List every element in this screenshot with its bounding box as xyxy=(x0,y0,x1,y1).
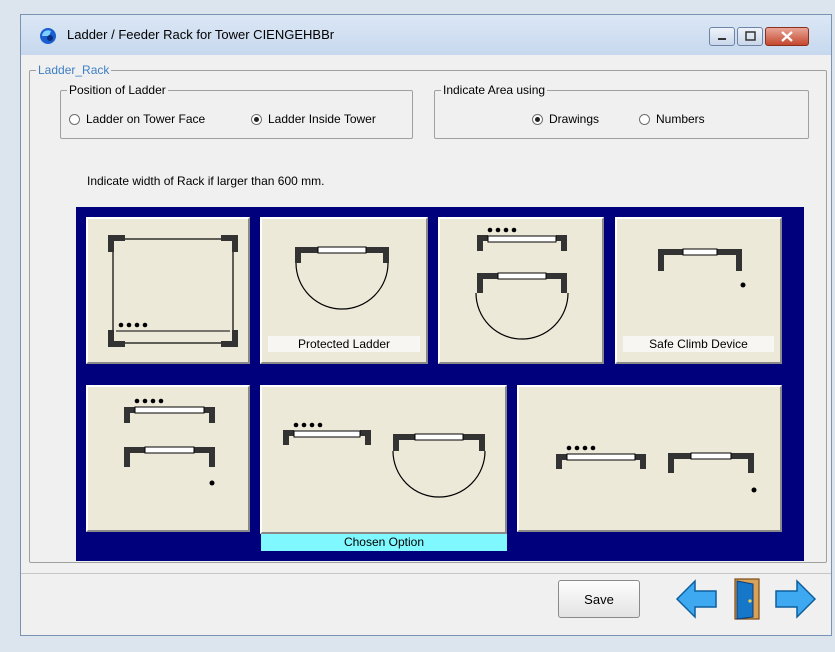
radio-label: Numbers xyxy=(656,112,705,126)
app-icon xyxy=(40,28,56,44)
back-arrow-button[interactable] xyxy=(673,575,721,623)
option-label-protected-ladder: Protected Ladder xyxy=(268,336,420,352)
indicate-area-group: Indicate Area using xyxy=(434,83,809,139)
radio-label: Ladder on Tower Face xyxy=(86,112,206,126)
ladder-with-protected-rack-icon xyxy=(475,227,569,340)
radio-button[interactable] xyxy=(69,113,80,125)
maximize-button[interactable] xyxy=(737,27,763,46)
save-button[interactable]: Save xyxy=(558,580,640,618)
option-tile-1[interactable] xyxy=(86,217,250,364)
exit-door-button[interactable] xyxy=(727,575,765,623)
option-tile-7[interactable] xyxy=(517,385,782,532)
option-tile-3[interactable] xyxy=(438,217,604,364)
position-of-ladder-group: Position of Ladder xyxy=(60,83,413,139)
option-tile-5[interactable] xyxy=(86,385,250,532)
ladder-inside-square-rack-icon xyxy=(108,235,238,347)
ladder-and-safe-climb-icon xyxy=(556,445,757,493)
minimize-icon xyxy=(718,38,726,40)
rack-width-hint: Indicate width of Rack if larger than 60… xyxy=(87,174,325,188)
next-arrow-button[interactable] xyxy=(771,575,819,623)
radio-button-selected[interactable] xyxy=(251,113,262,125)
maximize-icon xyxy=(745,31,756,41)
position-of-ladder-legend: Position of Ladder xyxy=(69,83,166,97)
option-panel: Protected Ladder Safe Climb Device xyxy=(76,207,804,561)
option-tile-4[interactable]: Safe Climb Device xyxy=(615,217,782,364)
option-tile-2[interactable]: Protected Ladder xyxy=(260,217,428,364)
radio-drawings[interactable]: Drawings xyxy=(532,112,599,126)
chosen-option-indicator: Chosen Option xyxy=(261,534,507,551)
minimize-button[interactable] xyxy=(709,27,735,46)
option-label-safe-climb-device: Safe Climb Device xyxy=(623,336,774,352)
radio-button[interactable] xyxy=(639,113,650,125)
radio-ladder-on-tower-face[interactable]: Ladder on Tower Face xyxy=(69,112,205,126)
radio-label: Ladder Inside Tower xyxy=(268,112,376,126)
ladder-and-protected-rack-icon xyxy=(283,422,486,498)
close-icon xyxy=(781,31,793,42)
close-button[interactable] xyxy=(765,27,809,46)
ladder-rack-legend: Ladder_Rack xyxy=(38,63,110,77)
option-tile-6-chosen[interactable] xyxy=(260,385,507,534)
dialog-window: Ladder / Feeder Rack for Tower CIENGEHBB… xyxy=(20,14,832,636)
ladder-with-safe-climb-stack-icon xyxy=(124,398,215,486)
indicate-area-legend: Indicate Area using xyxy=(443,83,546,97)
radio-button-selected[interactable] xyxy=(532,113,543,125)
radio-label: Drawings xyxy=(549,112,600,126)
title-bar[interactable]: Ladder / Feeder Rack for Tower CIENGEHBB… xyxy=(21,15,831,55)
radio-ladder-inside-tower[interactable]: Ladder Inside Tower xyxy=(251,112,376,126)
window-title: Ladder / Feeder Rack for Tower CIENGEHBB… xyxy=(67,27,335,42)
radio-numbers[interactable]: Numbers xyxy=(639,112,705,126)
footer-divider xyxy=(21,573,831,574)
